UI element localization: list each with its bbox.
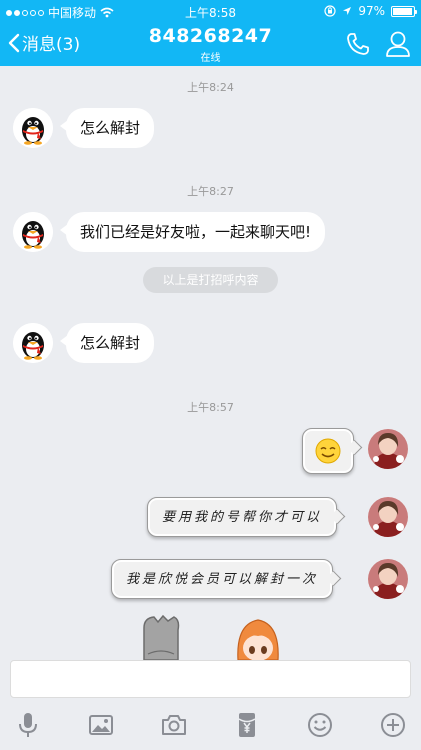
user-photo-icon <box>368 497 408 537</box>
incoming-message[interactable]: 我们已经是好友啦，一起来聊天吧! <box>59 212 326 252</box>
emoji-icon[interactable] <box>306 711 334 739</box>
system-notice: 以上是打招呼内容 <box>143 267 278 293</box>
incoming-message[interactable]: 怎么解封 <box>59 323 155 363</box>
sticker-figure-girl <box>237 619 279 660</box>
timestamp: 上午8:27 <box>187 185 234 198</box>
image-icon[interactable] <box>87 711 115 739</box>
status-bar: 中国移动 上午8:58 97% <box>0 0 421 22</box>
camera-icon[interactable] <box>160 711 188 739</box>
microphone-icon[interactable] <box>14 711 42 739</box>
message-input[interactable] <box>10 660 411 698</box>
contact-avatar[interactable] <box>13 212 53 252</box>
chat-history[interactable]: 上午8:24 怎么解封 上午8:27 我们已经是好友啦，一起来聊天吧! 以上是打… <box>0 66 421 660</box>
outgoing-message[interactable]: 我是欣悦会员可以解封一次 <box>111 559 334 599</box>
contact-profile-icon[interactable] <box>385 30 411 58</box>
outgoing-emoji-message[interactable] <box>302 428 354 474</box>
contact-avatar[interactable] <box>13 108 53 148</box>
battery-percent: 97% <box>358 4 385 18</box>
plus-icon[interactable] <box>379 711 407 739</box>
timestamp: 上午8:57 <box>187 401 234 414</box>
my-avatar[interactable] <box>368 429 408 469</box>
orientation-lock-icon <box>324 5 336 17</box>
input-area <box>0 660 421 704</box>
phone-icon[interactable] <box>345 31 371 57</box>
status-right: 97% <box>324 4 417 18</box>
penguin-icon <box>13 212 53 252</box>
red-packet-icon[interactable] <box>233 711 261 739</box>
incoming-message[interactable]: 怎么解封 <box>59 108 155 148</box>
timestamp: 上午8:24 <box>187 81 234 94</box>
sticker-figure-gray <box>143 614 180 660</box>
location-icon <box>343 7 352 15</box>
penguin-icon <box>13 108 53 148</box>
user-photo-icon <box>368 429 408 469</box>
contact-avatar[interactable] <box>13 323 53 363</box>
chat-toolbar <box>0 704 421 750</box>
user-photo-icon <box>368 559 408 599</box>
my-avatar[interactable] <box>368 497 408 537</box>
outgoing-message[interactable]: 要用我的号帮你才可以 <box>147 497 338 537</box>
penguin-icon <box>13 323 53 363</box>
chat-header: 消息(3) 848268247 在线 <box>0 22 421 66</box>
battery-icon <box>391 5 417 17</box>
my-avatar[interactable] <box>368 559 408 599</box>
smiling-emoji-icon <box>315 438 341 464</box>
